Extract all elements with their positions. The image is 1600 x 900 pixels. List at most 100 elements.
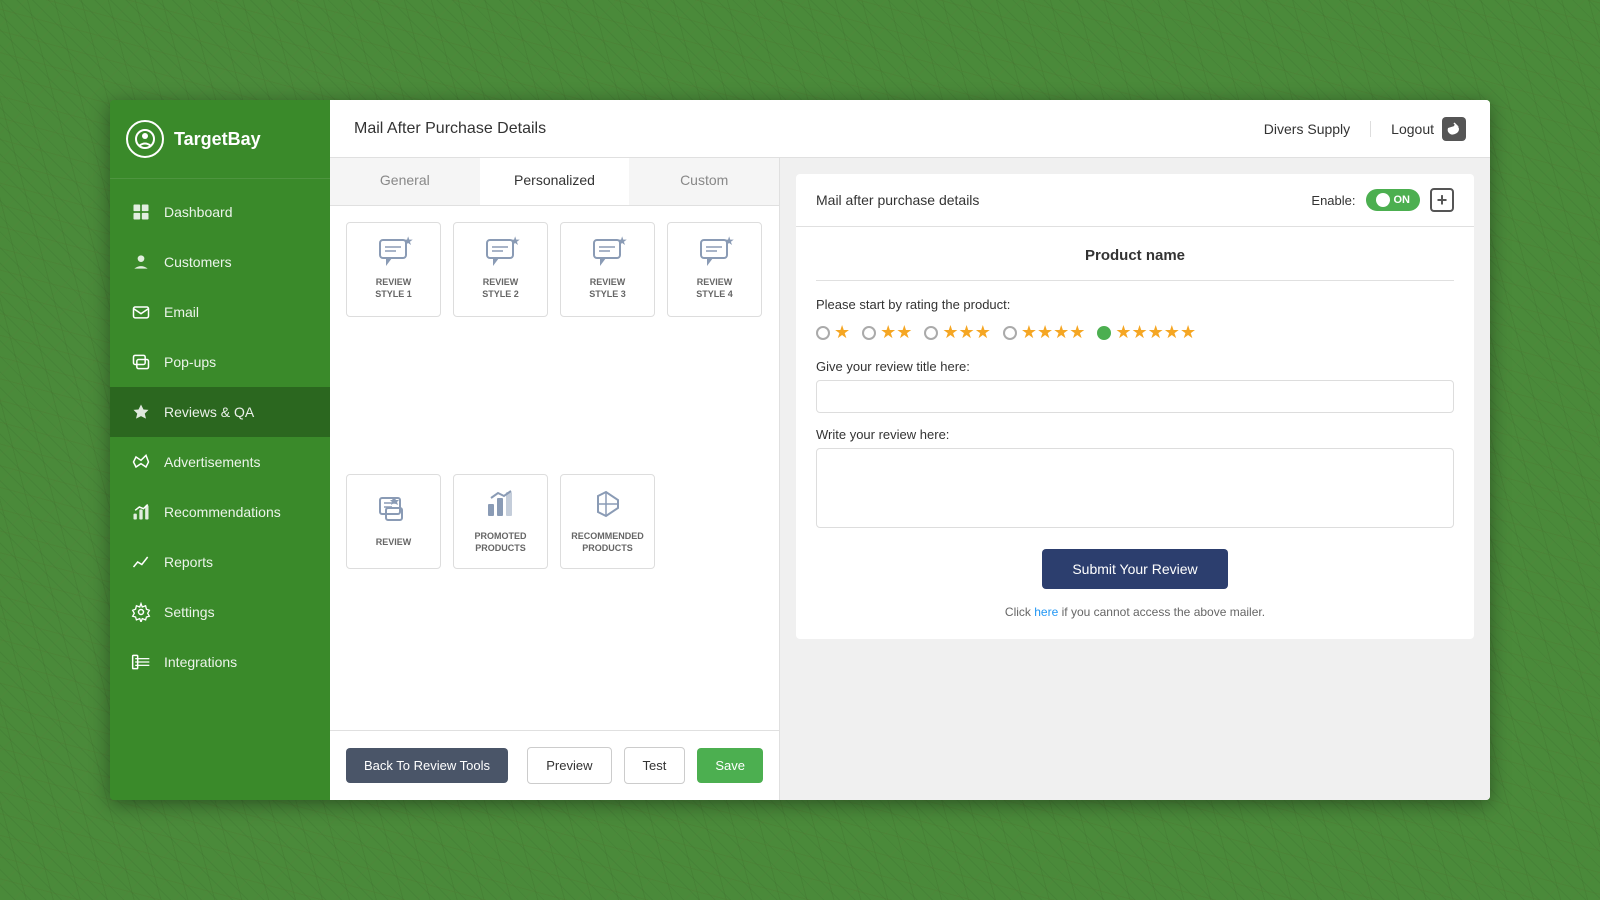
submit-review-button[interactable]: Submit Your Review bbox=[1042, 549, 1227, 589]
company-name: Divers Supply bbox=[1264, 121, 1371, 137]
enable-row: Enable: ON + bbox=[1311, 188, 1454, 212]
style-card-label-4: REVIEWSTYLE 4 bbox=[696, 277, 733, 300]
add-button[interactable]: + bbox=[1430, 188, 1454, 212]
toggle-dot bbox=[1376, 193, 1390, 207]
promoted-icon bbox=[485, 488, 517, 525]
review-icon bbox=[378, 494, 410, 531]
sidebar-item-advertisements[interactable]: Advertisements bbox=[110, 437, 330, 487]
body-area: General Personalized Custom bbox=[330, 158, 1490, 800]
style-card-label-promoted: PROMOTEDPRODUCTS bbox=[474, 531, 526, 554]
toggle-label: ON bbox=[1394, 194, 1411, 206]
star-option-2[interactable]: ★★ bbox=[862, 322, 912, 343]
star-2: ★★ bbox=[880, 322, 912, 343]
star-option-1[interactable]: ★ bbox=[816, 322, 850, 343]
star-option-4[interactable]: ★★★★ bbox=[1003, 322, 1086, 343]
style-card-promoted[interactable]: PROMOTEDPRODUCTS bbox=[453, 474, 548, 569]
style-card-3[interactable]: ★ REVIEWSTYLE 3 bbox=[560, 222, 655, 317]
access-link[interactable]: here bbox=[1034, 605, 1058, 619]
test-button[interactable]: Test bbox=[624, 747, 686, 784]
style-grid: ★ REVIEW STYLE 1 bbox=[330, 206, 779, 730]
right-panel: Mail after purchase details Enable: ON + bbox=[780, 158, 1490, 800]
back-to-review-tools-button[interactable]: Back To Review Tools bbox=[346, 748, 508, 783]
popups-icon bbox=[130, 351, 152, 373]
style-card-4[interactable]: ★ REVIEWSTYLE 4 bbox=[667, 222, 762, 317]
sidebar-item-settings[interactable]: Settings bbox=[110, 587, 330, 637]
nav-menu: Dashboard Customers Email bbox=[110, 179, 330, 800]
sidebar-item-label: Settings bbox=[164, 604, 215, 620]
access-text: Click here if you cannot access the abov… bbox=[816, 605, 1454, 619]
sidebar: TargetBay Dashboard Customers bbox=[110, 100, 330, 800]
sidebar-item-recommendations[interactable]: Recommendations bbox=[110, 487, 330, 537]
radio-4 bbox=[1003, 326, 1017, 340]
review-title-section: Give your review title here: bbox=[816, 359, 1454, 413]
main-header: Mail After Purchase Details Divers Suppl… bbox=[330, 100, 1490, 158]
tab-custom[interactable]: Custom bbox=[629, 158, 779, 205]
star-option-5[interactable]: ★★★★★ bbox=[1097, 322, 1196, 343]
style-card-label-3: REVIEWSTYLE 3 bbox=[589, 277, 626, 300]
style-card-2[interactable]: ★ REVIEWSTYLE 2 bbox=[453, 222, 548, 317]
settings-icon bbox=[130, 601, 152, 623]
review-style1-icon: ★ bbox=[378, 238, 410, 271]
email-icon bbox=[130, 301, 152, 323]
sidebar-item-label: Dashboard bbox=[164, 204, 233, 220]
review-style3-icon: ★ bbox=[592, 238, 624, 271]
review-title-input[interactable] bbox=[816, 380, 1454, 413]
style-card-recommended[interactable]: RECOMMENDEDPRODUCTS bbox=[560, 474, 655, 569]
sidebar-item-label: Advertisements bbox=[164, 454, 260, 470]
logo: TargetBay bbox=[110, 100, 330, 179]
enable-toggle[interactable]: ON bbox=[1366, 189, 1421, 211]
sidebar-item-email[interactable]: Email bbox=[110, 287, 330, 337]
sidebar-item-customers[interactable]: Customers bbox=[110, 237, 330, 287]
tab-personalized[interactable]: Personalized bbox=[480, 158, 630, 205]
preview-button[interactable]: Preview bbox=[527, 747, 611, 784]
review-body-section: Write your review here: bbox=[816, 427, 1454, 533]
style-card-label-1: REVIEW STYLE 1 bbox=[375, 277, 412, 300]
sidebar-item-popups[interactable]: Pop-ups bbox=[110, 337, 330, 387]
page-title: Mail After Purchase Details bbox=[354, 120, 546, 138]
logout-button[interactable]: Logout bbox=[1391, 117, 1466, 141]
review-body-textarea[interactable] bbox=[816, 448, 1454, 528]
logo-text: TargetBay bbox=[174, 129, 261, 150]
star-5: ★★★★★ bbox=[1115, 322, 1196, 343]
style-card-1[interactable]: ★ REVIEW STYLE 1 bbox=[346, 222, 441, 317]
sidebar-item-label: Pop-ups bbox=[164, 354, 216, 370]
radio-3 bbox=[924, 326, 938, 340]
preview-header: Mail after purchase details Enable: ON + bbox=[796, 174, 1474, 227]
sidebar-item-label: Recommendations bbox=[164, 504, 281, 520]
sidebar-item-label: Email bbox=[164, 304, 199, 320]
review-style4-icon: ★ bbox=[699, 238, 731, 271]
review-body-label: Write your review here: bbox=[816, 427, 1454, 442]
sidebar-item-reviews[interactable]: Reviews & QA bbox=[110, 387, 330, 437]
recommended-icon bbox=[592, 488, 624, 525]
rating-label: Please start by rating the product: bbox=[816, 297, 1454, 312]
bottom-actions: Back To Review Tools Preview Test Save bbox=[330, 730, 779, 800]
style-card-label-review: REVIEW bbox=[376, 537, 412, 549]
star-4: ★★★★ bbox=[1021, 322, 1086, 343]
save-button[interactable]: Save bbox=[697, 748, 763, 783]
radio-5 bbox=[1097, 326, 1111, 340]
ads-icon bbox=[130, 451, 152, 473]
integrations-icon bbox=[130, 651, 152, 673]
tab-general[interactable]: General bbox=[330, 158, 480, 205]
sidebar-item-reports[interactable]: Reports bbox=[110, 537, 330, 587]
radio-2 bbox=[862, 326, 876, 340]
sidebar-item-label: Customers bbox=[164, 254, 232, 270]
style-card-review[interactable]: REVIEW bbox=[346, 474, 441, 569]
radio-1 bbox=[816, 326, 830, 340]
tab-bar: General Personalized Custom bbox=[330, 158, 779, 206]
sidebar-item-dashboard[interactable]: Dashboard bbox=[110, 187, 330, 237]
reviews-icon bbox=[130, 401, 152, 423]
sidebar-item-label: Reviews & QA bbox=[164, 404, 254, 420]
logo-icon bbox=[126, 120, 164, 158]
star-option-3[interactable]: ★★★ bbox=[924, 322, 990, 343]
rating-section: Please start by rating the product: ★ bbox=[816, 297, 1454, 343]
review-title-label: Give your review title here: bbox=[816, 359, 1454, 374]
main-content: Mail After Purchase Details Divers Suppl… bbox=[330, 100, 1490, 800]
logout-label: Logout bbox=[1391, 121, 1434, 137]
reports-icon bbox=[130, 551, 152, 573]
style-card-label-2: REVIEWSTYLE 2 bbox=[482, 277, 519, 300]
customers-icon bbox=[130, 251, 152, 273]
sidebar-item-label: Integrations bbox=[164, 654, 237, 670]
style-card-label-recommended: RECOMMENDEDPRODUCTS bbox=[571, 531, 644, 554]
sidebar-item-integrations[interactable]: Integrations bbox=[110, 637, 330, 687]
